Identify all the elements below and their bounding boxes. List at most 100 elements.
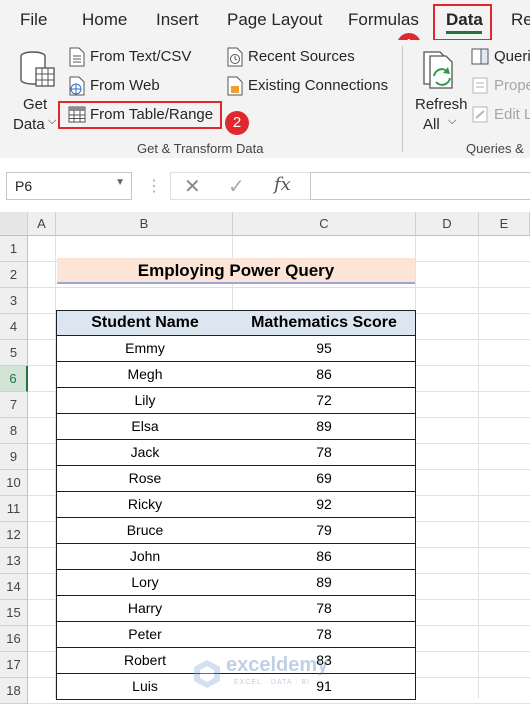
math-score-cell[interactable]: 72 <box>233 388 416 414</box>
student-name-cell[interactable]: Rose <box>56 466 234 492</box>
math-score-cell[interactable]: 78 <box>233 440 416 466</box>
row-header-10[interactable]: 10 <box>0 470 28 496</box>
col-header-a[interactable]: A <box>28 212 56 236</box>
math-score-cell[interactable]: 78 <box>233 596 416 622</box>
insert-function-icon[interactable]: fx <box>274 174 291 195</box>
watermark-tagline: EXCEL · DATA · BI <box>234 679 310 686</box>
table-header-math-score: Mathematics Score <box>233 310 416 336</box>
row-header-9[interactable]: 9 <box>0 444 28 470</box>
formula-input[interactable] <box>310 172 530 200</box>
get-data-label-1: Get <box>23 96 48 113</box>
math-score-cell[interactable]: 79 <box>233 518 416 544</box>
row-header-4[interactable]: 4 <box>0 314 28 340</box>
from-table-range-highlight <box>58 101 222 129</box>
exceldemy-watermark: exceldemy EXCEL · DATA · BI <box>192 654 342 694</box>
queries-connections-button[interactable]: Queri <box>470 46 530 68</box>
student-name-cell[interactable]: Bruce <box>56 518 234 544</box>
row-header-8[interactable]: 8 <box>0 418 28 444</box>
tab-page-layout[interactable]: Page Layout <box>227 10 322 30</box>
existing-connections-label: Existing Connections <box>248 77 389 94</box>
row-header-1[interactable]: 1 <box>0 236 28 262</box>
group-divider <box>402 46 403 152</box>
student-name-cell[interactable]: Harry <box>56 596 234 622</box>
ribbon-panel: Get Data ⌵ From Text/CSV From Web From T… <box>0 40 530 159</box>
recent-sources-icon <box>227 47 243 67</box>
tab-review[interactable]: Rev <box>511 10 530 30</box>
database-icon <box>20 51 55 87</box>
sheet-title: Employing Power Query <box>57 258 415 284</box>
row-header-16[interactable]: 16 <box>0 626 28 652</box>
existing-connections-button[interactable]: Existing Connections <box>224 75 394 97</box>
student-name-cell[interactable]: Elsa <box>56 414 234 440</box>
student-name-cell[interactable]: Megh <box>56 362 234 388</box>
name-box-value: P6 <box>15 178 33 194</box>
edit-links-label: Edit L <box>494 106 530 123</box>
table-header-student-name: Student Name <box>56 310 234 336</box>
refresh-icon <box>423 51 453 89</box>
math-score-cell[interactable]: 69 <box>233 466 416 492</box>
row-header-5[interactable]: 5 <box>0 340 28 366</box>
col-header-b[interactable]: B <box>56 212 233 236</box>
student-name-cell[interactable]: Emmy <box>56 336 234 362</box>
math-score-cell[interactable]: 86 <box>233 362 416 388</box>
row-header-3[interactable]: 3 <box>0 288 28 314</box>
row-header-13[interactable]: 13 <box>0 548 28 574</box>
student-name-cell[interactable]: Peter <box>56 622 234 648</box>
col-header-c[interactable]: C <box>233 212 416 236</box>
math-score-cell[interactable]: 78 <box>233 622 416 648</box>
tab-file[interactable]: File <box>20 10 47 30</box>
get-data-button[interactable]: Get Data ⌵ <box>10 46 60 133</box>
math-score-cell[interactable]: 89 <box>233 414 416 440</box>
math-score-cell[interactable]: 89 <box>233 570 416 596</box>
student-name-cell[interactable]: Ricky <box>56 492 234 518</box>
from-text-csv-label: From Text/CSV <box>90 48 192 65</box>
properties-icon <box>472 77 488 94</box>
math-score-cell[interactable]: 86 <box>233 544 416 570</box>
row-header-11[interactable]: 11 <box>0 496 28 522</box>
refresh-all-button[interactable]: Refresh All ⌵ <box>412 46 468 133</box>
refresh-label-1: Refresh <box>415 96 468 113</box>
row-header-2[interactable]: 2 <box>0 262 28 288</box>
row-header-18[interactable]: 18 <box>0 678 28 704</box>
math-score-cell[interactable]: 95 <box>233 336 416 362</box>
from-web-button[interactable]: From Web <box>66 75 226 97</box>
row-header-12[interactable]: 12 <box>0 522 28 548</box>
formula-bar-grip-icon: ⋮ <box>146 178 162 195</box>
tab-formulas[interactable]: Formulas <box>348 10 419 30</box>
edit-links-button: Edit L <box>470 104 530 126</box>
student-name-cell[interactable]: Lily <box>56 388 234 414</box>
student-name-cell[interactable]: John <box>56 544 234 570</box>
col-header-d[interactable]: D <box>416 212 479 236</box>
row-header-6[interactable]: 6 <box>0 366 28 392</box>
math-score-cell[interactable]: 92 <box>233 492 416 518</box>
get-data-label-2: Data <box>13 116 45 133</box>
exceldemy-logo-icon <box>194 660 220 688</box>
watermark-name: exceldemy <box>226 654 329 676</box>
name-box[interactable]: P6 ▼ <box>6 172 132 200</box>
cancel-icon[interactable]: ✕ <box>184 174 201 199</box>
student-name-cell[interactable]: Jack <box>56 440 234 466</box>
col-header-e[interactable]: E <box>479 212 530 236</box>
refresh-label-2: All <box>423 116 440 133</box>
gridline <box>28 287 530 288</box>
student-name-cell[interactable]: Lory <box>56 570 234 596</box>
connections-file-icon <box>227 76 243 96</box>
row-header-17[interactable]: 17 <box>0 652 28 678</box>
queries-group-label: Queries & <box>466 141 524 156</box>
chevron-down-icon[interactable]: ▼ <box>115 177 125 188</box>
from-text-csv-button[interactable]: From Text/CSV <box>66 46 226 68</box>
queries-panel-icon <box>471 48 489 65</box>
tab-insert[interactable]: Insert <box>156 10 199 30</box>
data-tab-highlight <box>433 4 492 41</box>
chevron-down-icon: ⌵ <box>48 115 57 127</box>
row-header-14[interactable]: 14 <box>0 574 28 600</box>
recent-sources-button[interactable]: Recent Sources <box>224 46 394 68</box>
row-header-7[interactable]: 7 <box>0 392 28 418</box>
enter-icon[interactable]: ✓ <box>228 174 245 199</box>
select-all-corner[interactable] <box>0 212 28 236</box>
text-file-icon <box>69 47 85 67</box>
properties-label: Prope <box>494 77 530 94</box>
row-header-15[interactable]: 15 <box>0 600 28 626</box>
tab-home[interactable]: Home <box>82 10 127 30</box>
recent-sources-label: Recent Sources <box>248 48 355 65</box>
